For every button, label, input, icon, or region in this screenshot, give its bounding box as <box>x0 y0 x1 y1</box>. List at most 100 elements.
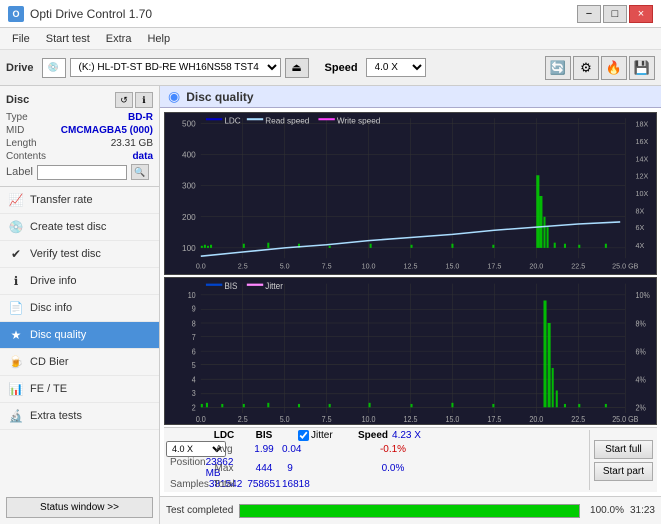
create-test-disc-icon: 💿 <box>8 219 24 235</box>
sidebar-item-disc-quality[interactable]: ★ Disc quality <box>0 322 159 349</box>
svg-text:10%: 10% <box>636 291 651 300</box>
window-controls[interactable]: − □ × <box>577 5 653 23</box>
svg-text:15.0: 15.0 <box>445 414 459 423</box>
right-panel: ◉ Disc quality <box>160 86 661 524</box>
speed-dropdown[interactable]: 4.0 X <box>366 58 426 77</box>
stats-area: LDC BIS Speed Jitter Speed 4.23 X 4.0 X <box>164 427 657 492</box>
save-button[interactable]: 💾 <box>629 56 655 80</box>
disc-label-key: Label <box>6 166 33 178</box>
sidebar-item-cd-bier[interactable]: 🍺 CD Bier <box>0 349 159 376</box>
svg-text:7: 7 <box>192 332 196 341</box>
progress-bar <box>239 504 580 518</box>
svg-text:6%: 6% <box>636 347 647 356</box>
ldc-chart: 500 400 300 200 100 18X 16X 14X 12X 10X … <box>164 112 657 275</box>
svg-text:300: 300 <box>182 182 196 191</box>
disc-length-value: 23.31 GB <box>111 138 153 149</box>
svg-text:400: 400 <box>182 151 196 160</box>
fe-te-icon: 📊 <box>8 381 24 397</box>
svg-text:17.5: 17.5 <box>487 262 501 271</box>
drive-label: Drive <box>6 62 34 74</box>
extra-tests-icon: 🔬 <box>8 408 24 424</box>
sidebar-item-verify-test-disc[interactable]: ✔ Verify test disc <box>0 241 159 268</box>
jitter-avg: -0.1% <box>358 444 428 455</box>
svg-text:10.0: 10.0 <box>362 414 376 423</box>
menu-help[interactable]: Help <box>139 31 178 47</box>
svg-text:Write speed: Write speed <box>337 116 381 125</box>
progress-percent: 100.0% <box>586 505 624 516</box>
total-label: Total <box>202 479 246 490</box>
max-label: Max <box>202 463 246 474</box>
refresh-button[interactable]: 🔄 <box>545 56 571 80</box>
progress-bar-fill <box>240 505 579 517</box>
svg-text:Jitter: Jitter <box>265 281 283 291</box>
start-part-button[interactable]: Start part <box>594 462 653 481</box>
sidebar-item-label: CD Bier <box>30 356 69 368</box>
transfer-rate-icon: 📈 <box>8 192 24 208</box>
svg-text:14X: 14X <box>636 155 649 164</box>
sidebar-item-extra-tests[interactable]: 🔬 Extra tests <box>0 403 159 430</box>
svg-text:100: 100 <box>182 244 196 253</box>
disc-mid-value: CMCMAGBA5 (000) <box>61 125 153 136</box>
eject-button[interactable]: ⏏ <box>285 58 309 78</box>
close-button[interactable]: × <box>629 5 653 23</box>
svg-text:17.5: 17.5 <box>487 414 501 423</box>
disc-mid-label: MID <box>6 125 24 136</box>
svg-text:6: 6 <box>192 347 196 356</box>
minimize-button[interactable]: − <box>577 5 601 23</box>
disc-info-icon[interactable]: ℹ <box>135 92 153 108</box>
menu-start-test[interactable]: Start test <box>38 31 98 47</box>
settings-button[interactable]: ⚙ <box>573 56 599 80</box>
drive-info-icon: ℹ <box>8 273 24 289</box>
disc-length-row: Length 23.31 GB <box>6 138 153 149</box>
elapsed-time: 31:23 <box>630 505 655 516</box>
svg-text:500: 500 <box>182 119 196 128</box>
speed-header-label: Speed <box>358 430 388 441</box>
menu-extra[interactable]: Extra <box>98 31 140 47</box>
charts-container: 500 400 300 200 100 18X 16X 14X 12X 10X … <box>160 108 661 496</box>
disc-label-input[interactable] <box>37 165 127 180</box>
status-text: Test completed <box>166 505 233 516</box>
sidebar-item-fe-te[interactable]: 📊 FE / TE <box>0 376 159 403</box>
disc-type-label: Type <box>6 112 28 123</box>
svg-text:25.0 GB: 25.0 GB <box>612 262 638 271</box>
svg-text:4: 4 <box>192 375 196 384</box>
disc-label-row: Label 🔍 <box>6 164 153 180</box>
status-window-button[interactable]: Status window >> <box>6 497 153 518</box>
disc-length-label: Length <box>6 138 37 149</box>
sidebar-item-transfer-rate[interactable]: 📈 Transfer rate <box>0 187 159 214</box>
verify-test-disc-icon: ✔ <box>8 246 24 262</box>
title-bar: O Opti Drive Control 1.70 − □ × <box>0 0 661 28</box>
disc-label-icon-btn[interactable]: 🔍 <box>131 164 149 180</box>
svg-text:20.0: 20.0 <box>529 262 543 271</box>
stats-bis-header: BIS <box>246 430 282 441</box>
svg-text:4X: 4X <box>636 241 645 250</box>
chart-header-icon: ◉ <box>168 88 180 105</box>
svg-text:10.0: 10.0 <box>362 262 376 271</box>
burn-button[interactable]: 🔥 <box>601 56 627 80</box>
sidebar-item-disc-info[interactable]: 📄 Disc info <box>0 295 159 322</box>
menu-file[interactable]: File <box>4 31 38 47</box>
jitter-checkbox[interactable] <box>298 430 309 441</box>
disc-type-value: BD-R <box>128 112 153 123</box>
disc-header: Disc ↺ ℹ <box>6 92 153 108</box>
sidebar-item-drive-info[interactable]: ℹ Drive info <box>0 268 159 295</box>
jitter-max: 0.0% <box>358 463 428 474</box>
svg-text:8X: 8X <box>636 207 645 216</box>
disc-refresh-icon[interactable]: ↺ <box>115 92 133 108</box>
bis-max: 9 <box>282 463 298 474</box>
svg-text:2.5: 2.5 <box>238 414 248 423</box>
ldc-avg: 1.99 <box>246 444 282 455</box>
speed-label: Speed <box>325 62 358 74</box>
svg-text:12.5: 12.5 <box>404 414 418 423</box>
speed-row-header: Speed 4.23 X <box>358 430 428 441</box>
svg-text:5.0: 5.0 <box>280 414 290 423</box>
svg-text:5.0: 5.0 <box>280 262 290 271</box>
maximize-button[interactable]: □ <box>603 5 627 23</box>
app-title: Opti Drive Control 1.70 <box>30 7 152 21</box>
sidebar-item-label: Disc info <box>30 302 72 314</box>
svg-text:2: 2 <box>192 403 196 412</box>
sidebar-item-create-test-disc[interactable]: 💿 Create test disc <box>0 214 159 241</box>
drive-dropdown[interactable]: (K:) HL-DT-ST BD-RE WH16NS58 TST4 <box>70 58 281 77</box>
start-full-button[interactable]: Start full <box>594 440 653 459</box>
disc-contents-label: Contents <box>6 151 46 162</box>
